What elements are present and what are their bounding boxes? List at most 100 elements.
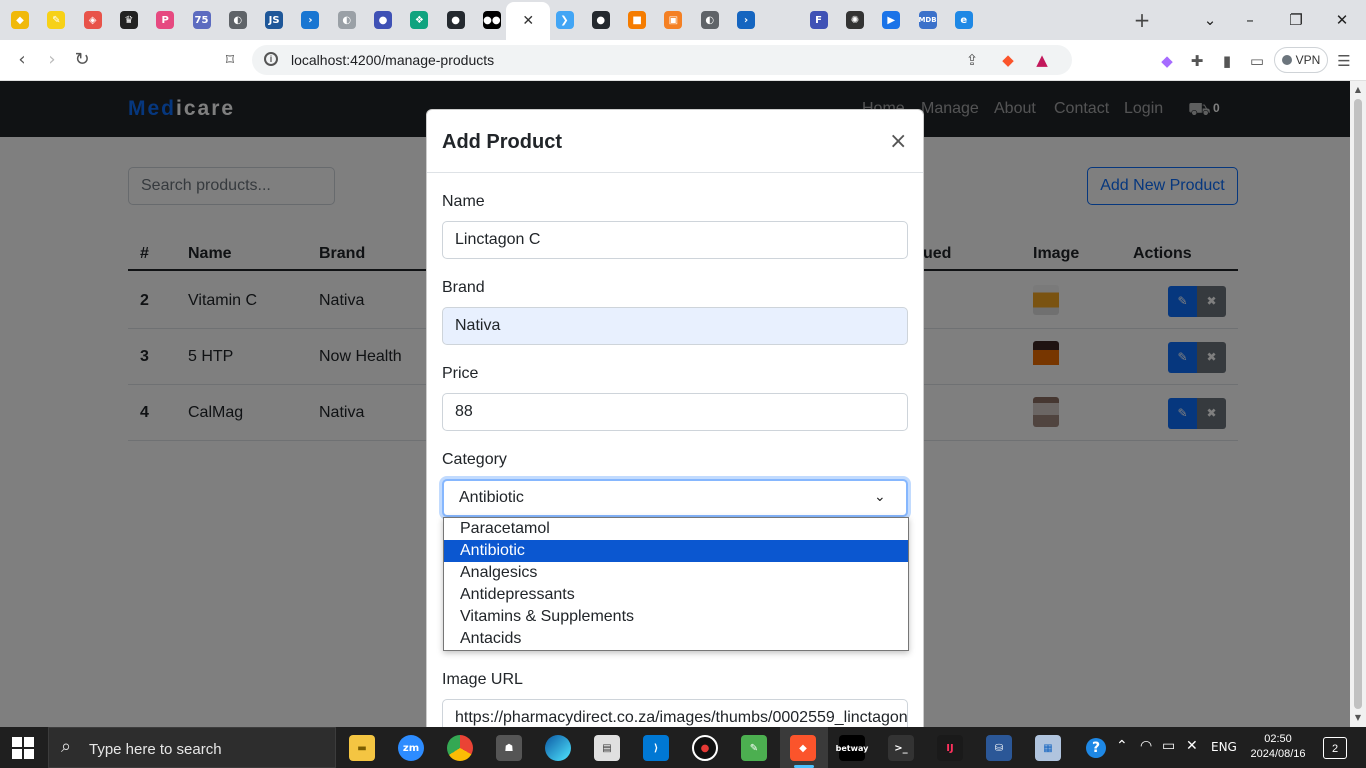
bookmark-icon[interactable]: ⌑: [218, 49, 242, 73]
address-bar[interactable]: i localhost:4200/manage-products ⇪ ◆ ▲: [252, 45, 1072, 75]
restore-icon[interactable]: ❐: [1284, 8, 1308, 32]
chevron-up-icon[interactable]: ⌃: [1116, 738, 1128, 754]
documents-icon[interactable]: ▤: [594, 735, 620, 761]
category-option-antibiotic[interactable]: Antibiotic: [444, 540, 908, 562]
chrome-icon[interactable]: [447, 735, 473, 761]
zoom-icon[interactable]: zm: [398, 735, 424, 761]
category-dropdown-list[interactable]: Paracetamol Antibiotic Analgesics Antide…: [443, 517, 909, 651]
browser-tab[interactable]: ›: [292, 5, 328, 35]
share-icon[interactable]: ⇪: [961, 49, 983, 71]
speaker-muted-icon[interactable]: ✕: [1186, 738, 1198, 754]
browser-tab[interactable]: ❖: [401, 5, 437, 35]
chevron-down-icon[interactable]: ⌄: [874, 489, 886, 505]
browser-tab[interactable]: ▣: [655, 5, 691, 35]
browser-tab[interactable]: ✎: [38, 5, 74, 35]
browser-tab[interactable]: ◆: [2, 5, 38, 35]
browser-tab[interactable]: ♛: [111, 5, 147, 35]
terminal-icon[interactable]: >_: [888, 735, 914, 761]
browser-tab[interactable]: ›: [728, 5, 764, 35]
scroll-down-icon[interactable]: ▼: [1350, 711, 1366, 725]
reload-icon[interactable]: ↻: [70, 49, 94, 73]
close-icon[interactable]: ×: [889, 129, 907, 154]
browser-tab[interactable]: ❯: [547, 5, 583, 35]
browser-tab[interactable]: ▶: [873, 5, 909, 35]
globe-icon: ◐: [700, 11, 719, 29]
brave-shield-icon[interactable]: ◆: [997, 49, 1019, 71]
page-scrollbar[interactable]: ▲ ▼: [1350, 81, 1366, 727]
wifi-icon[interactable]: ◠: [1140, 738, 1152, 754]
file-explorer-icon[interactable]: ▬: [349, 735, 375, 761]
browser-tab[interactable]: ◈: [75, 5, 111, 35]
category-option-vitamins-supplements[interactable]: Vitamins & Supplements: [444, 606, 908, 628]
tab-close-icon[interactable]: ✕: [522, 13, 534, 29]
language-indicator[interactable]: ENG: [1211, 740, 1237, 754]
browser-tab[interactable]: MDB: [910, 5, 946, 35]
globe-icon: ◐: [337, 11, 356, 29]
browser-tab[interactable]: ●: [365, 5, 401, 35]
extensions-icon[interactable]: ✚: [1186, 50, 1208, 72]
brand-input[interactable]: Nativa: [442, 307, 908, 345]
sql-server-icon[interactable]: ⛁: [986, 735, 1012, 761]
browser-tab[interactable]: ■: [619, 5, 655, 35]
category-option-paracetamol[interactable]: Paracetamol: [444, 518, 908, 540]
browser-tab[interactable]: 75: [184, 5, 220, 35]
box-app-icon: ■: [628, 11, 647, 29]
edge-icon[interactable]: [545, 735, 571, 761]
active-tab[interactable]: ✕: [506, 2, 551, 40]
menu-icon[interactable]: ☰: [1333, 50, 1355, 72]
brave-icon[interactable]: ◆: [790, 735, 816, 761]
browser-tab[interactable]: F: [801, 5, 837, 35]
betway-icon[interactable]: betway: [836, 735, 868, 761]
price-input[interactable]: 88: [442, 393, 908, 431]
new-tab-button[interactable]: +: [1130, 8, 1154, 32]
windows-start-icon[interactable]: [12, 737, 34, 759]
vpn-button[interactable]: VPN: [1274, 47, 1328, 73]
app-icon[interactable]: ☗: [496, 735, 522, 761]
app-window-icon[interactable]: ▦: [1035, 735, 1061, 761]
scroll-thumb[interactable]: [1354, 99, 1362, 709]
taskbar-search-box[interactable]: ⌕ Type here to search: [48, 727, 336, 768]
category-option-analgesics[interactable]: Analgesics: [444, 562, 908, 584]
browser-tab[interactable]: ✺: [837, 5, 873, 35]
battery-icon[interactable]: ▭: [1162, 738, 1175, 754]
browser-tab[interactable]: ◐: [220, 5, 256, 35]
sidebar-icon[interactable]: ▮: [1216, 50, 1238, 72]
minimize-icon[interactable]: –: [1238, 8, 1262, 32]
category-option-antacids[interactable]: Antacids: [444, 628, 908, 650]
modal-header: Add Product ×: [427, 110, 923, 173]
browser-tab[interactable]: ●: [583, 5, 619, 35]
image-url-input[interactable]: https://pharmacydirect.co.za/images/thum…: [442, 699, 908, 727]
notes-app-icon[interactable]: ✎: [741, 735, 767, 761]
chat-app-icon: ●: [374, 11, 392, 29]
browser-tab[interactable]: ◐: [329, 5, 365, 35]
category-select[interactable]: Antibiotic: [442, 479, 908, 517]
taskbar-clock[interactable]: 02:50 2024/08/16: [1250, 732, 1306, 762]
vpn-status-dot: [1281, 55, 1292, 65]
scroll-up-icon[interactable]: ▲: [1350, 83, 1366, 97]
site-info-icon[interactable]: i: [264, 52, 278, 66]
category-option-antidepressants[interactable]: Antidepressants: [444, 584, 908, 606]
help-icon[interactable]: ?: [1086, 738, 1106, 758]
browser-tab[interactable]: ●: [438, 5, 474, 35]
browser-tab[interactable]: [764, 5, 800, 35]
forward-icon[interactable]: ›: [40, 49, 64, 73]
leo-ai-icon[interactable]: ◆: [1156, 50, 1178, 72]
back-icon[interactable]: ‹: [10, 49, 34, 73]
record-icon[interactable]: ●: [692, 735, 718, 761]
brave-rewards-icon[interactable]: ▲: [1031, 49, 1053, 71]
name-input[interactable]: Linctagon C: [442, 221, 908, 259]
clock-time: 02:50: [1264, 733, 1292, 745]
browser-tab[interactable]: ◐: [692, 5, 728, 35]
openai-icon: ❖: [410, 11, 429, 29]
crown-icon: ♛: [119, 11, 138, 29]
browser-tab[interactable]: ●●: [474, 5, 510, 35]
browser-tab[interactable]: P: [147, 5, 183, 35]
vscode-icon[interactable]: ⟩: [643, 735, 669, 761]
browser-tab[interactable]: e: [946, 5, 982, 35]
tab-search-icon[interactable]: ⌄: [1198, 8, 1222, 32]
close-window-icon[interactable]: ✕: [1330, 8, 1354, 32]
wallet-icon[interactable]: ▭: [1246, 50, 1268, 72]
intellij-icon[interactable]: IJ: [937, 735, 963, 761]
notification-center-icon[interactable]: 2: [1323, 737, 1347, 759]
browser-tab[interactable]: JS: [256, 5, 292, 35]
